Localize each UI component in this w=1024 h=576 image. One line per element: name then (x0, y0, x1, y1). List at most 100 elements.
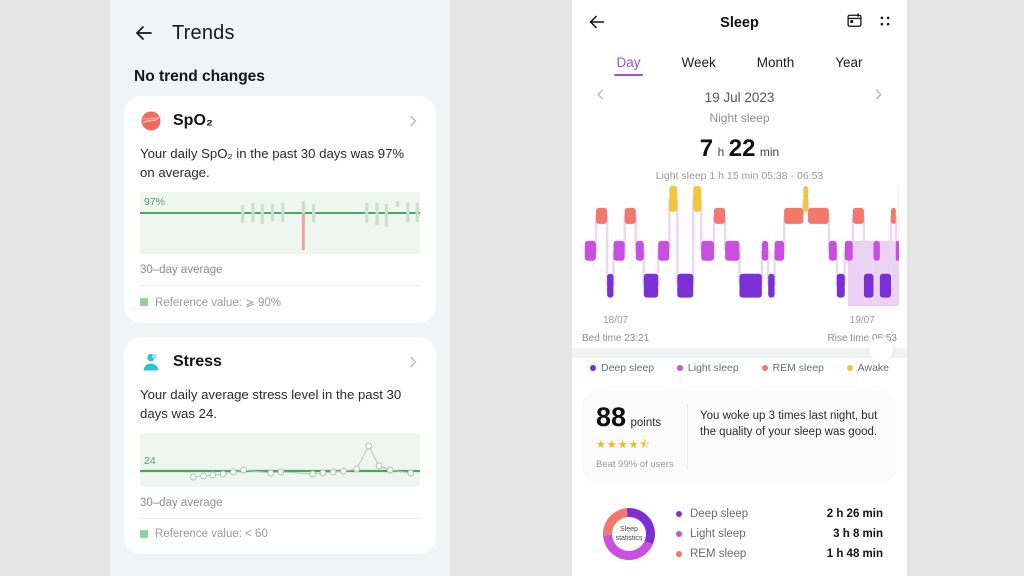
hypnogram-svg (584, 186, 899, 306)
stat-dot-icon (676, 551, 682, 557)
legend-label: Light sleep (687, 362, 739, 374)
legend-dot-icon (846, 365, 853, 371)
stress-average-label: 30–day average (140, 487, 420, 519)
calendar-icon[interactable] (846, 12, 863, 34)
donut-label-line1: Sleep (620, 526, 638, 533)
back-arrow-icon[interactable] (132, 21, 156, 45)
legend-label: Awake (857, 362, 889, 374)
donut-center-label: Sleep statistics (596, 501, 662, 567)
tab-year[interactable]: Year (833, 52, 864, 76)
axis-start-day: 18/07 (603, 315, 629, 326)
score-message: You woke up 3 times last night, but the … (700, 410, 878, 438)
spo2-trend-chart: 97% (140, 192, 420, 254)
score-points: 88 (596, 402, 627, 432)
grid-dots-icon[interactable] (877, 13, 893, 34)
stat-value: 3 h 8 min (833, 528, 883, 540)
hypnogram-chart[interactable] (580, 186, 899, 306)
duration-minutes: 22 (728, 135, 756, 162)
duration-hours-unit: h (717, 145, 725, 159)
page-title: Trends (172, 21, 235, 44)
score-summary: 88 points ★★★★⯪ Beat 99% of users (596, 404, 688, 470)
reference-swatch-icon (140, 298, 148, 306)
card-description: Your daily average stress level in the p… (140, 387, 402, 421)
stat-dot-icon (676, 511, 682, 517)
stat-row-light-sleep: Light sleep 3 h 8 min (676, 524, 883, 544)
sleep-statistics-card[interactable]: Sleep statistics Deep sleep 2 h 26 min L… (582, 493, 897, 571)
stat-label: REM sleep (690, 548, 747, 560)
chevron-right-icon[interactable] (406, 114, 420, 128)
legend-dot-icon (676, 365, 683, 371)
spo2-average-label: 30–day average (140, 254, 420, 286)
duration-hours: 7 (699, 135, 714, 162)
stat-label: Light sleep (690, 528, 746, 540)
header-actions (846, 12, 893, 34)
trends-header: Trends (110, 0, 450, 52)
hypnogram-axis: 18/07 Bed time 23:21 19/07 Rise time 06:… (572, 306, 907, 346)
axis-start: 18/07 Bed time 23:21 (582, 310, 649, 346)
tab-day[interactable]: Day (614, 52, 643, 76)
section-trends-unavailable: Trends unavailable (110, 568, 450, 576)
axis-end-day: 19/07 (849, 315, 875, 326)
panel-divider (572, 348, 907, 358)
date-navigator: 19 Jul 2023 (572, 80, 907, 106)
reference-swatch-icon (140, 530, 148, 538)
card-header: Stress (140, 351, 420, 373)
card-description: Your daily SpO₂ in the past 30 days was … (140, 146, 405, 180)
legend-dot-icon (761, 365, 768, 371)
card-title: Stress (173, 353, 222, 370)
trend-card-stress[interactable]: Stress Your daily average stress level i… (124, 337, 436, 554)
stat-value: 2 h 26 min (826, 508, 883, 520)
sleep-duration: 7 h 22 min (572, 125, 907, 167)
legend-label: Deep sleep (601, 362, 655, 374)
legend-label: REM sleep (772, 362, 824, 374)
stress-person-icon (140, 351, 162, 373)
sleep-type-label: Night sleep (709, 111, 770, 125)
chart-value-label: 24 (144, 455, 156, 467)
spo2-icon (140, 110, 162, 132)
reference-text: Reference value: ⩾ 90% (155, 297, 281, 309)
reference-text: Reference value: < 60 (155, 528, 268, 540)
stress-reference: Reference value: < 60 (140, 519, 420, 544)
spo2-sparkline (140, 201, 420, 250)
section-no-trend-changes: No trend changes (134, 68, 265, 85)
spo2-reference: Reference value: ⩾ 90% (140, 286, 420, 313)
hypnogram-tooltip: Light sleep 1 h 15 min 05:38 - 06:53 (655, 170, 824, 182)
stat-dot-icon (676, 531, 682, 537)
scroll-handle[interactable] (869, 338, 893, 362)
stress-trend-chart: 24 (140, 433, 420, 487)
sleep-screen: Sleep Day Week Month Year 19 Jul 2023 Ni… (572, 0, 907, 576)
selected-date: 19 Jul 2023 (704, 89, 775, 105)
legend-item-rem-sleep: REM sleep (761, 362, 824, 374)
trend-card-spo2[interactable]: SpO₂ Your daily SpO₂ in the past 30 days… (124, 96, 436, 323)
stat-value: 1 h 48 min (826, 548, 883, 560)
card-header: SpO₂ (140, 110, 420, 132)
score-points-unit: points (630, 417, 662, 429)
legend-dot-icon (590, 365, 596, 371)
sleep-header: Sleep (572, 0, 907, 46)
duration-minutes-unit: min (759, 145, 780, 159)
sleep-statistics-rows: Deep sleep 2 h 26 min Light sleep 3 h 8 … (676, 504, 883, 564)
card-title: SpO₂ (173, 112, 213, 129)
chevron-left-icon[interactable] (594, 88, 607, 106)
score-percentile: Beat 99% of users (596, 459, 674, 470)
sleep-score-card[interactable]: 88 points ★★★★⯪ Beat 99% of users You wo… (582, 391, 897, 483)
legend-item-deep-sleep: Deep sleep (590, 362, 654, 374)
stat-row-rem-sleep: REM sleep 1 h 48 min (676, 544, 883, 564)
sleep-statistics-donut: Sleep statistics (596, 501, 662, 567)
tab-week[interactable]: Week (679, 52, 717, 76)
stress-sparkline (140, 442, 420, 481)
donut-label-line2: statistics (615, 535, 643, 542)
tab-month[interactable]: Month (755, 52, 797, 76)
trends-screen: Trends No trend changes SpO₂ Your daily … (110, 0, 450, 576)
chart-value-label: 97% (144, 196, 166, 208)
score-stars-icon: ★★★★⯪ (596, 439, 651, 451)
chevron-right-icon[interactable] (872, 88, 885, 106)
chevron-right-icon[interactable] (406, 355, 420, 369)
stat-row-deep-sleep: Deep sleep 2 h 26 min (676, 504, 883, 524)
screenshot-root: Trends No trend changes SpO₂ Your daily … (0, 0, 1024, 576)
period-tabs: Day Week Month Year (572, 46, 907, 80)
legend-item-light-sleep: Light sleep (676, 362, 739, 374)
legend-item-awake: Awake (846, 362, 889, 374)
axis-bed-time: Bed time 23:21 (582, 333, 650, 344)
stat-label: Deep sleep (690, 508, 749, 520)
